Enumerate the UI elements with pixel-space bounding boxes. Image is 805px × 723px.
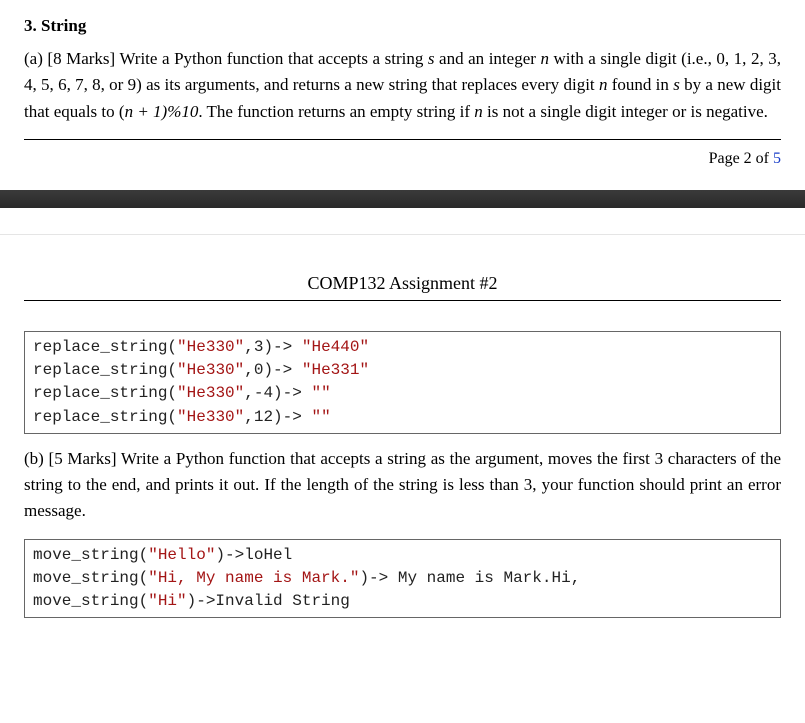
code-a-l1-fn: replace_string(	[33, 338, 177, 356]
code-b-l2-tail: )-> My name is Mark.Hi,	[359, 569, 580, 587]
part-a-text-7: is not a single digit integer or is nega…	[483, 102, 768, 121]
formula: n + 1)%10	[125, 102, 199, 121]
code-a-l2-str: "He330"	[177, 361, 244, 379]
code-a-l1-out: "He440"	[302, 338, 369, 356]
part-a-text-1: Write a Python function that accepts a s…	[119, 49, 427, 68]
code-a-l1-sep: ,3)->	[244, 338, 302, 356]
code-a-l3-sep: ,-4)->	[244, 384, 311, 402]
page-prefix: Page	[709, 150, 744, 167]
part-a-text-4: found in	[607, 75, 673, 94]
part-b-paragraph: (b) [5 Marks] Write a Python function th…	[24, 446, 781, 525]
var-n: n	[540, 49, 549, 68]
code-b-l3-tail: )->Invalid String	[187, 592, 350, 610]
page-upper: 3. String (a) [8 Marks] Write a Python f…	[0, 0, 805, 190]
page-gap-shadow	[0, 190, 805, 208]
code-b-l1-tail: )->loHel	[215, 546, 292, 564]
code-a-l4-str: "He330"	[177, 408, 244, 426]
code-a-l4-sep: ,12)->	[244, 408, 311, 426]
page-current: 2	[744, 150, 752, 167]
assignment-header: COMP132 Assignment #2	[0, 235, 805, 300]
code-a-l1-str: "He330"	[177, 338, 244, 356]
footer-rule	[24, 139, 781, 140]
code-example-a: replace_string("He330",3)-> "He440" repl…	[24, 331, 781, 434]
page-lower: COMP132 Assignment #2 replace_string("He…	[0, 235, 805, 618]
code-b-l3-str: "Hi"	[148, 592, 186, 610]
code-a-l2-sep: ,0)->	[244, 361, 302, 379]
code-a-l4-out: ""	[311, 408, 330, 426]
part-a-text-2: and an integer	[435, 49, 541, 68]
page-of: of	[752, 150, 773, 167]
code-b-l2-fn: move_string(	[33, 569, 148, 587]
part-a-paragraph: (a) [8 Marks] Write a Python function th…	[24, 46, 781, 125]
page-number: Page 2 of 5	[24, 146, 781, 178]
part-a-text-6: . The function returns an empty string i…	[198, 102, 474, 121]
code-a-l2-out: "He331"	[302, 361, 369, 379]
part-b-label: (b) [5 Marks]	[24, 449, 121, 468]
page-gap	[0, 208, 805, 235]
code-a-l3-fn: replace_string(	[33, 384, 177, 402]
var-s: s	[428, 49, 435, 68]
code-example-b: move_string("Hello")->loHel move_string(…	[24, 539, 781, 619]
code-a-l3-out: ""	[311, 384, 330, 402]
code-b-l1-str: "Hello"	[148, 546, 215, 564]
var-s-2: s	[673, 75, 680, 94]
code-b-l1-fn: move_string(	[33, 546, 148, 564]
var-n-3: n	[474, 102, 483, 121]
code-a-l3-str: "He330"	[177, 384, 244, 402]
page-total: 5	[773, 150, 781, 167]
code-a-l4-fn: replace_string(	[33, 408, 177, 426]
code-b-l2-str: "Hi, My name is Mark."	[148, 569, 359, 587]
code-b-l3-fn: move_string(	[33, 592, 148, 610]
question-heading: 3. String	[24, 16, 781, 36]
assignment-header-rule	[24, 300, 781, 301]
part-a-label: (a) [8 Marks]	[24, 49, 119, 68]
part-b-text: Write a Python function that accepts a s…	[24, 449, 781, 521]
code-a-l2-fn: replace_string(	[33, 361, 177, 379]
